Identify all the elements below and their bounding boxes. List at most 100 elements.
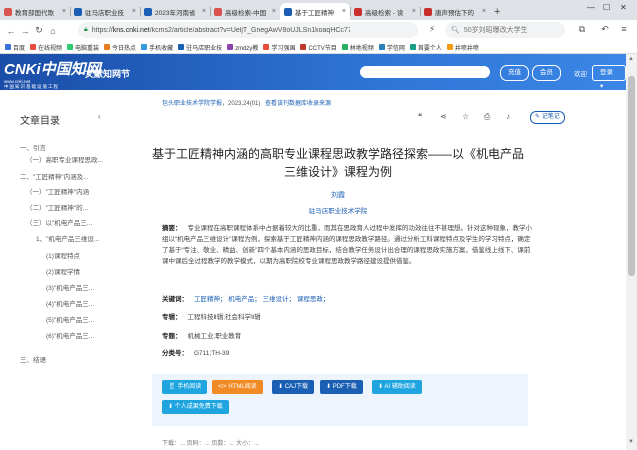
bookmark-icon — [446, 44, 453, 50]
scroll-thumb[interactable] — [628, 76, 635, 276]
maximize-icon[interactable]: ☐ — [603, 3, 610, 12]
institution-link[interactable]: 驻马店职业技术学院 — [150, 205, 526, 215]
bookmark-item[interactable]: 手机收藏 — [141, 43, 173, 52]
member-button[interactable]: 会员 — [532, 65, 561, 81]
extensions-icon[interactable]: ⧉ — [575, 24, 589, 35]
abstract-text: 专业课程在高职课程体系中占据着较大的比重，而其在思政育人过程中发挥的功效往往不甚… — [162, 225, 532, 265]
menu-icon[interactable]: ≡ — [617, 24, 631, 34]
quote-icon[interactable]: ❝ — [418, 112, 422, 121]
tab-close-icon[interactable]: × — [202, 8, 206, 15]
header-search-input[interactable] — [360, 66, 490, 78]
keywords-text[interactable]: 工匠精神； 机电产品； 三维设计； 课程思政； — [194, 296, 329, 303]
toc-item[interactable]: 三、结语 — [20, 354, 105, 364]
toc-item[interactable]: (1)课程特点 — [46, 250, 105, 260]
download-button[interactable]: ⬇ AI 辅助阅读 — [372, 380, 422, 394]
bookmark-item[interactable]: 学习强国 — [263, 43, 295, 52]
browser-tab[interactable]: 高级检索 - 读 × — [350, 3, 420, 20]
toc-item[interactable]: (2)课程学情 — [46, 266, 105, 276]
bookmark-item[interactable]: 今日热点 — [104, 43, 136, 52]
toc-item[interactable]: （一）高职专业课程思政... — [26, 154, 105, 164]
page-scrollbar[interactable]: ▲ ▼ — [626, 54, 637, 450]
download-button[interactable]: ⬇ CAJ下载 — [272, 380, 315, 394]
toc-item[interactable]: (6)"机电产品三... — [46, 330, 105, 340]
browser-tab[interactable]: 教育部国代歌 × — [0, 3, 70, 20]
download-icon: </> — [218, 384, 229, 390]
bookmark-item[interactable]: 学信网 — [378, 43, 405, 52]
journal-link[interactable]: 包头职业技术学院学报 — [162, 101, 222, 107]
home-icon[interactable]: ⌂ — [46, 26, 60, 36]
bookmark-label: 驻马店职业技 — [186, 45, 223, 52]
new-tab-icon[interactable]: + — [494, 6, 508, 18]
article-main: 包头职业技术学院学报，2023,24(01) 查看该刊数据库收录来源 ❝ ⋖ ☆… — [110, 90, 626, 450]
toc-item[interactable]: (3)"机电产品三... — [46, 282, 105, 292]
download-button[interactable]: 📱︎ 手机阅读 — [162, 380, 208, 394]
url-field[interactable]: 🔒︎ https://kns.cnki.net/kcms2/article/ab… — [78, 22, 418, 38]
bookmark-item[interactable]: 驻马店职业技 — [178, 43, 222, 52]
download-button[interactable]: ⬇ PDF下载 — [320, 380, 363, 394]
scroll-up-icon[interactable]: ▲ — [628, 56, 634, 62]
tab-close-icon[interactable]: × — [482, 8, 486, 15]
tab-label: 教育部国代歌 — [15, 9, 54, 17]
toc-item[interactable]: （一）"工匠精神"内涵 — [26, 186, 105, 196]
browser-tab[interactable]: 基于工匠精神 × — [280, 3, 350, 20]
scroll-down-icon[interactable]: ▼ — [628, 439, 634, 445]
toc-item[interactable]: （二）"工匠精神"的... — [26, 202, 105, 212]
forward-icon[interactable]: → — [18, 26, 32, 36]
toc-item[interactable]: 一、引言 — [20, 142, 105, 152]
bookmark-label: 手机收藏 — [149, 45, 174, 52]
bookmark-item[interactable]: 林地视频 — [341, 43, 374, 52]
tab-close-icon[interactable]: × — [412, 8, 416, 15]
bookmark-item[interactable]: CCTV节目 — [300, 43, 337, 52]
journal-source-link[interactable]: 查看该刊数据库收录来源 — [265, 101, 331, 107]
take-notes-button[interactable]: ✎ 记笔记 — [530, 111, 565, 124]
bookmark-item[interactable]: zmdzy教 — [227, 43, 258, 52]
bookmark-item[interactable]: 百度 — [5, 43, 25, 52]
browser-tab[interactable]: 2023年河南省 × — [140, 3, 210, 20]
tab-close-icon[interactable]: × — [132, 8, 136, 15]
bookmark-icon — [378, 44, 385, 50]
bookmark-item[interactable]: 电脑重装 — [67, 43, 99, 52]
bookmark-item[interactable]: 在线视频 — [30, 43, 62, 52]
minimize-icon[interactable]: — — [587, 3, 595, 12]
bookmarks-bar: 百度 在线视频 电脑重装 今日热点 手机收藏 驻马店职业技 zmdzy教 学习强国 CCTV节目… — [0, 41, 637, 54]
bookmark-item[interactable]: 井喷井喷 — [446, 43, 479, 52]
download-label: 手机阅读 — [177, 384, 202, 390]
bookmark-item[interactable]: 首要个人 — [409, 43, 442, 52]
tab-favicon-icon — [144, 7, 152, 16]
bookmark-icon — [67, 44, 74, 50]
download-label: CAJ下载 — [284, 384, 309, 390]
reload-icon[interactable]: ↻ — [32, 25, 46, 36]
collection-label: 专辑： — [162, 314, 182, 321]
print-icon[interactable]: ⎙ — [484, 112, 490, 122]
tab-close-icon[interactable]: × — [342, 8, 346, 15]
browser-tab[interactable]: 驻马店职业技 × — [70, 3, 140, 20]
bell-icon[interactable]: ♪ — [506, 112, 510, 121]
toc-item[interactable]: (5)"机电产品三... — [46, 314, 105, 324]
bookmark-icon — [30, 44, 37, 50]
bookmark-label: 井喷井喷 — [454, 45, 479, 52]
share-icon[interactable]: ⋖ — [440, 112, 447, 121]
undo-icon[interactable]: ↶ — [598, 24, 612, 35]
toc-collapse-icon[interactable]: ‹ — [98, 112, 101, 121]
star-icon[interactable]: ☆ — [462, 112, 469, 121]
personal-download-button[interactable]: ⬇ 个人成果免费下载 — [162, 400, 229, 414]
recharge-button[interactable]: 充值 — [500, 65, 529, 81]
login-button[interactable]: 登录 ▾ — [592, 65, 626, 90]
toc-item[interactable]: （三）以"机电产品三... — [26, 217, 105, 227]
toc-item[interactable]: 1、"机电产品三维设... — [36, 233, 105, 243]
browser-tab[interactable]: 唐声预估下的 × — [420, 3, 490, 20]
tab-close-icon[interactable]: × — [272, 8, 276, 15]
close-window-icon[interactable]: ✕ — [620, 3, 627, 12]
back-icon[interactable]: ← — [4, 26, 18, 36]
browser-tab[interactable]: 高级检索-中国 × — [210, 3, 280, 20]
tab-label: 高级检索-中国 — [225, 9, 267, 17]
tab-label: 驻马店职业技 — [85, 9, 124, 17]
toc-item[interactable]: 二、"工匠精神"内涵及... — [20, 171, 105, 181]
tab-close-icon[interactable]: × — [62, 8, 66, 15]
toc-item[interactable]: (4)"机电产品三... — [46, 298, 105, 308]
bolt-icon[interactable]: ⚡ — [425, 24, 439, 35]
author-link[interactable]: 刘霞 — [150, 190, 526, 200]
special-label: 专题： — [162, 333, 182, 340]
browser-search-input[interactable]: 🔍︎ 50岁刘昭曝改大学生 — [445, 22, 565, 38]
download-button[interactable]: </> HTML阅读 — [212, 380, 263, 394]
